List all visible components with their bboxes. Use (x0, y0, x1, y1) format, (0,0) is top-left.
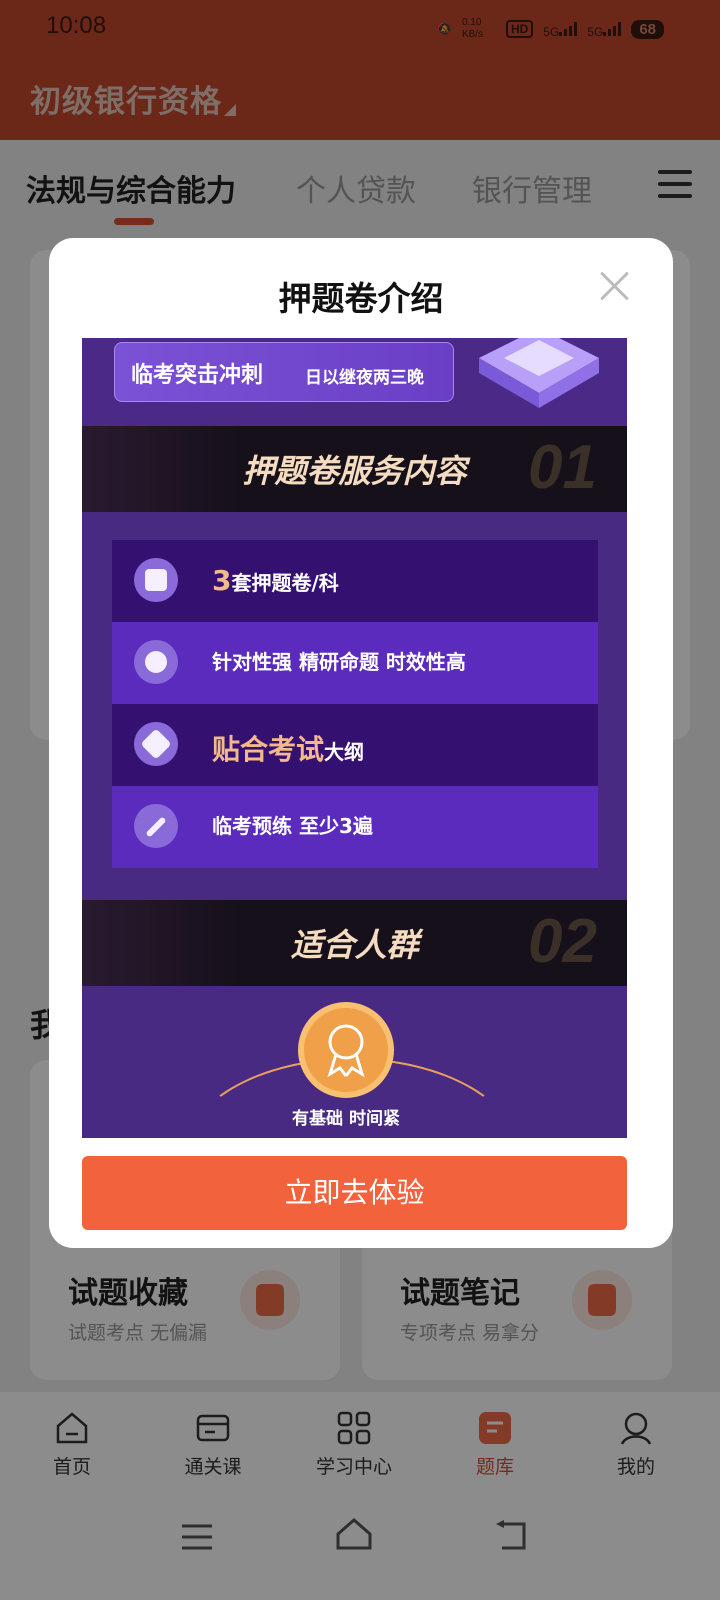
close-icon[interactable] (600, 270, 630, 300)
feature-lead: 3 (212, 564, 232, 597)
section-audience-title: 适合人群 (290, 926, 419, 964)
cube-decoration-icon (479, 338, 599, 408)
feature-text: 套押题卷/科 (231, 571, 339, 595)
document-icon (134, 558, 178, 602)
promo-banner: 临考突击冲刺 日以继夜两三晚 (114, 342, 454, 402)
pencil-icon (134, 804, 178, 848)
promo-image: 临考突击冲刺 日以继夜两三晚 01 押题卷服务内容 3套押题卷/科 针对性强 精… (82, 338, 627, 1138)
section-audience-header: 02 适合人群 (82, 900, 627, 986)
feature-row: 临考预练 至少3遍 (112, 786, 598, 868)
section-service-header: 01 押题卷服务内容 (82, 426, 627, 512)
feature-row: 贴合考试大纲 (112, 704, 598, 786)
feature-row: 3套押题卷/科 (112, 540, 598, 622)
feature-text: 大纲 (324, 740, 365, 764)
feature-lead: 贴合考试 (212, 733, 325, 766)
intro-dialog: 押题卷介绍 临考突击冲刺 日以继夜两三晚 01 押题卷服务内容 3套押题卷/科 … (49, 238, 673, 1248)
section-service-title: 押题卷服务内容 (242, 452, 467, 490)
banner-main-text: 临考突击冲刺 (131, 363, 264, 388)
star-icon (134, 640, 178, 684)
diamond-icon (134, 722, 178, 766)
feature-text: 临考预练 至少3遍 (212, 814, 373, 838)
feature-row: 针对性强 精研命题 时效性高 (112, 622, 598, 704)
medal-icon (298, 1002, 394, 1098)
banner-minor-text: 日以继夜两三晚 (305, 368, 424, 388)
feature-text: 针对性强 精研命题 时效性高 (212, 650, 466, 674)
try-now-button[interactable]: 立即去体验 (82, 1156, 627, 1230)
dialog-title: 押题卷介绍 (278, 279, 444, 318)
audience-label: 有基础 时间紧 (292, 1109, 400, 1129)
